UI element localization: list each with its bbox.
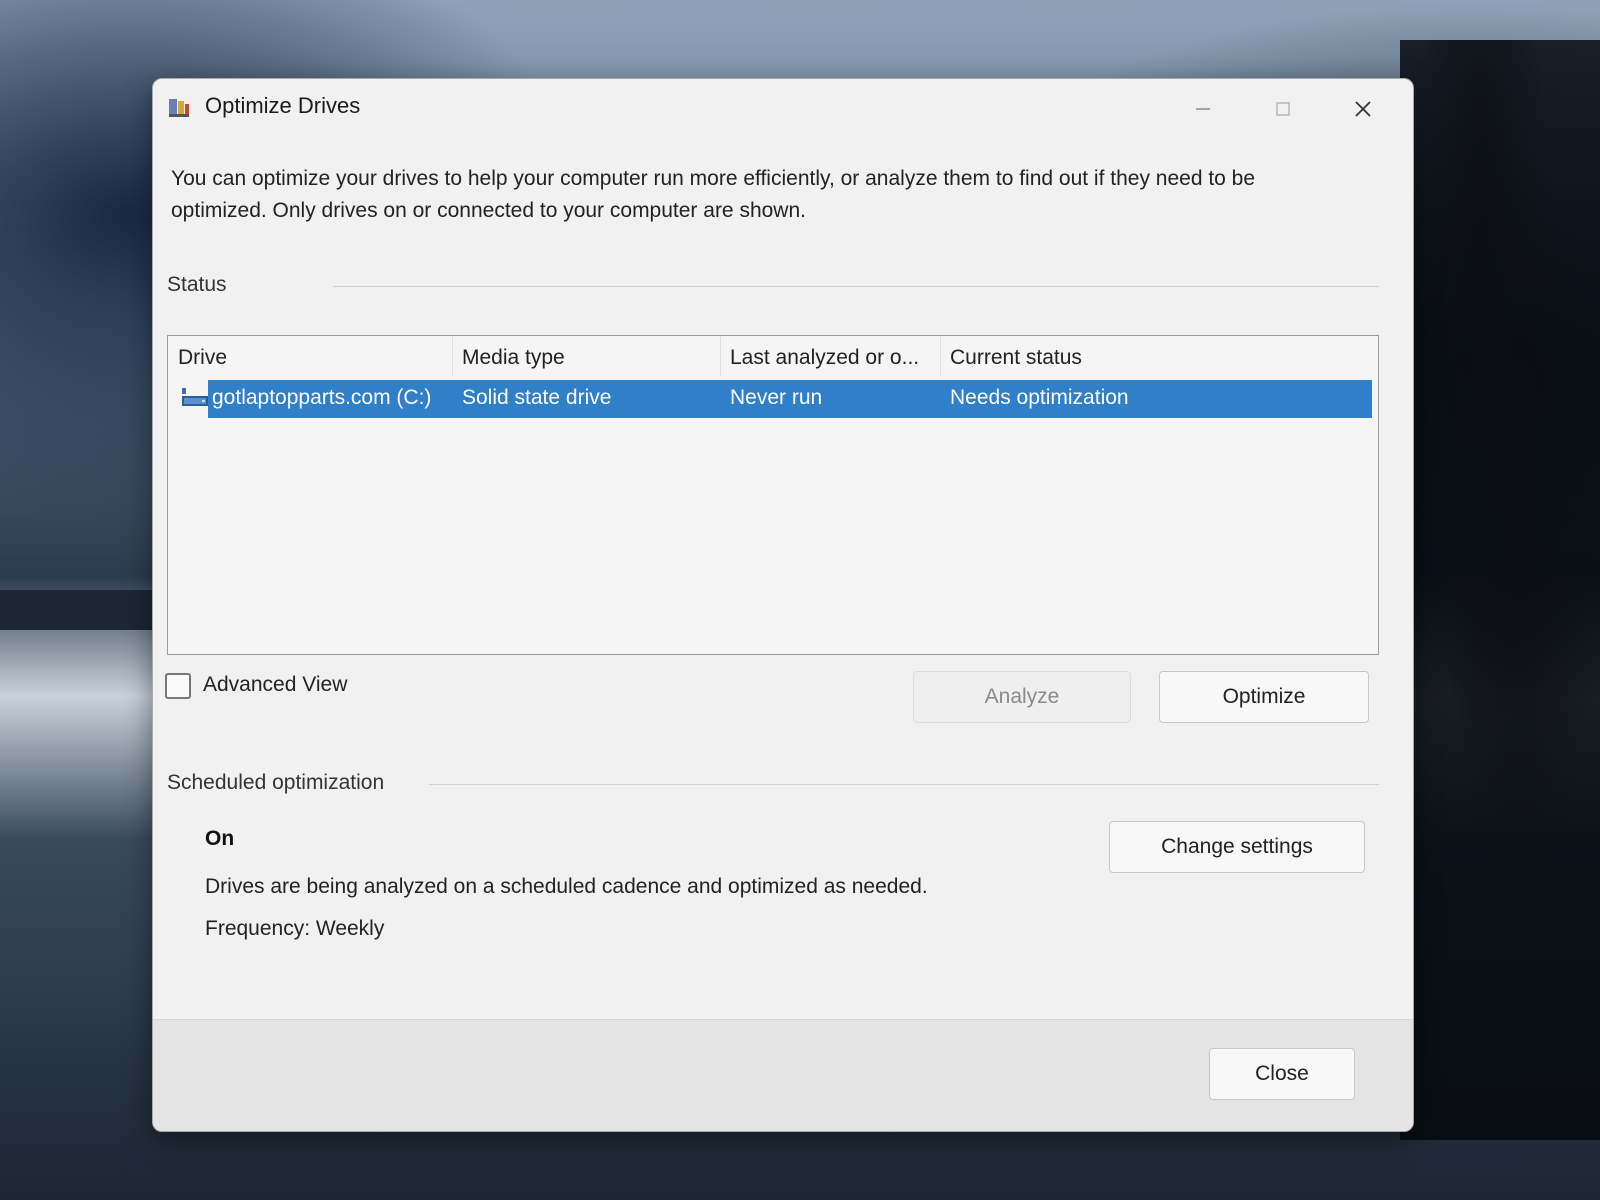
optimize-button[interactable]: Optimize <box>1159 671 1369 723</box>
close-icon <box>1355 101 1371 117</box>
advanced-view-label[interactable]: Advanced View <box>203 673 347 697</box>
schedule-frequency: Frequency: Weekly <box>205 917 385 940</box>
maximize-icon <box>1276 102 1290 116</box>
schedule-description: Drives are being analyzed on a scheduled… <box>205 875 928 898</box>
cell-media-type: Solid state drive <box>462 386 612 409</box>
hard-drive-icon <box>180 384 210 410</box>
advanced-view-checkbox[interactable] <box>165 673 191 699</box>
intro-text: You can optimize your drives to help you… <box>171 167 1256 222</box>
minimize-icon <box>1196 108 1210 110</box>
change-settings-button[interactable]: Change settings <box>1109 821 1365 873</box>
analyze-button[interactable]: Analyze <box>913 671 1131 723</box>
column-header-last-analyzed[interactable]: Last analyzed or o... <box>730 346 919 370</box>
scheduled-divider <box>429 784 1379 785</box>
column-separator[interactable] <box>940 336 941 376</box>
cell-drive: gotlaptopparts.com (C:) <box>212 386 432 409</box>
column-header-current-status[interactable]: Current status <box>950 346 1082 370</box>
status-section-label: Status <box>167 273 227 296</box>
table-row[interactable]: gotlaptopparts.com (C:) Solid state driv… <box>172 380 1372 418</box>
desktop-background-shore <box>0 590 160 630</box>
title-bar[interactable]: Optimize Drives <box>153 79 1413 135</box>
optimize-drives-window: Optimize Drives You can optimize your dr… <box>152 78 1414 1132</box>
column-separator[interactable] <box>452 336 453 376</box>
maximize-button[interactable] <box>1253 91 1313 127</box>
dialog-footer: Close <box>153 1019 1413 1131</box>
close-window-button[interactable] <box>1333 91 1393 127</box>
desktop-background-trees <box>1400 40 1600 1140</box>
drives-list[interactable]: Drive Media type Last analyzed or o... C… <box>167 335 1379 655</box>
cell-last-analyzed: Never run <box>730 386 823 409</box>
column-separator[interactable] <box>720 336 721 376</box>
list-header: Drive Media type Last analyzed or o... C… <box>168 336 1378 376</box>
minimize-button[interactable] <box>1173 91 1233 127</box>
scheduled-section-label: Scheduled optimization <box>167 771 385 794</box>
column-header-drive[interactable]: Drive <box>178 346 227 370</box>
column-header-media-type[interactable]: Media type <box>462 346 565 370</box>
schedule-state: On <box>205 827 235 850</box>
status-divider <box>333 286 1379 287</box>
defrag-drives-icon <box>167 95 191 119</box>
close-button[interactable]: Close <box>1209 1048 1355 1100</box>
cell-current-status: Needs optimization <box>950 386 1129 409</box>
window-title: Optimize Drives <box>205 93 361 118</box>
